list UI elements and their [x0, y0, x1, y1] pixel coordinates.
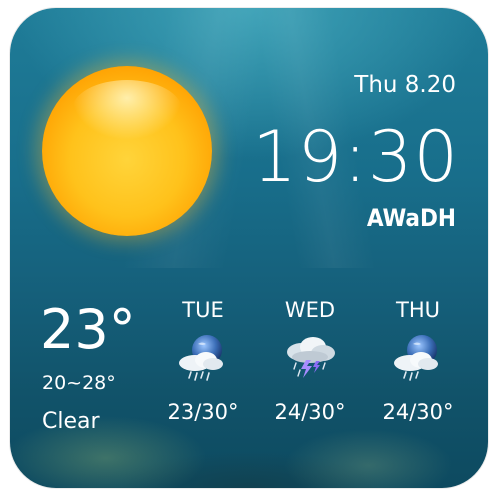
rain-showers-icon: [173, 332, 233, 384]
current-temperature: 23°: [40, 298, 136, 361]
location-label[interactable]: AWaDH: [367, 204, 456, 232]
sun-icon: [42, 66, 212, 236]
forecast-temps: 24/30°: [274, 400, 346, 424]
rain-showers-icon: [388, 332, 448, 384]
date-label: Thu 8.20: [354, 72, 456, 98]
temperature-range: 20~28°: [42, 372, 116, 394]
thunderstorm-icon: [280, 332, 340, 384]
weather-widget[interactable]: Thu 8.20 19:30 AWaDH 23° 20~28° Clear TU…: [10, 8, 488, 488]
forecast-day-name: WED: [284, 298, 336, 322]
forecast-day: WED 24/30°: [260, 298, 360, 424]
forecast-temps: 23/30°: [167, 400, 239, 424]
forecast-day: THU 24/30°: [368, 298, 468, 424]
forecast-temps: 24/30°: [382, 400, 454, 424]
clock-time[interactable]: 19:30: [252, 116, 459, 198]
condition-label: Clear: [42, 409, 100, 434]
forecast-day-name: TUE: [182, 298, 224, 322]
forecast-day: TUE 23/30°: [153, 298, 253, 424]
forecast-day-name: THU: [396, 298, 440, 322]
